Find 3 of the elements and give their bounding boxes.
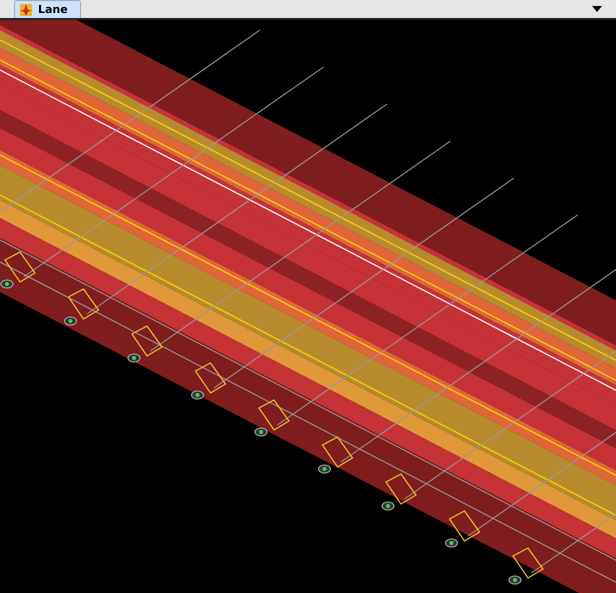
star-icon: [19, 2, 33, 16]
view-tab[interactable]: Lane: [14, 0, 81, 18]
dropdown-caret-icon[interactable]: [592, 6, 602, 12]
